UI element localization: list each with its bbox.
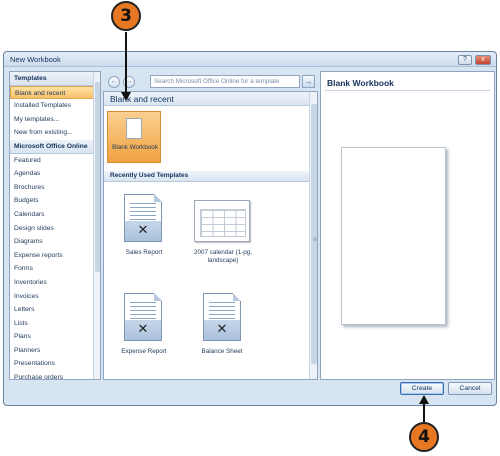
preview-page [341, 147, 446, 325]
preview-divider [325, 90, 490, 91]
dialog-titlebar: New Workbook ? x [4, 52, 496, 67]
sidebar-item-brochures[interactable]: Brochures [10, 181, 100, 195]
page-fold-graphic [154, 194, 162, 202]
sidebar-item-featured[interactable]: Featured [10, 154, 100, 168]
section-header: Blank and recent [104, 92, 311, 106]
callout-3-arrow-line [125, 32, 127, 94]
sidebar-header-microsoft-office-online: Microsoft Office Online [10, 139, 100, 154]
callout-3-arrow-head [121, 92, 131, 101]
new-workbook-dialog: New Workbook ? x Templates Blank and rece… [3, 51, 497, 406]
document-lines-graphic [130, 302, 156, 322]
sidebar-item-presentations[interactable]: Presentations [10, 357, 100, 371]
recent-templates-title: Recently Used Templates [110, 172, 189, 179]
blank-workbook-label: Blank Workbook [112, 144, 158, 151]
close-button[interactable]: x [475, 55, 491, 65]
sidebar-item-lists[interactable]: Lists [10, 317, 100, 331]
blank-document-icon [126, 118, 142, 139]
callout-4-arrow-line [423, 403, 425, 423]
sidebar-item-letters[interactable]: Letters [10, 303, 100, 317]
sidebar-list: Templates Blank and recent Installed Templ… [10, 72, 100, 379]
category-sidebar: Templates Blank and recent Installed Templ… [9, 71, 101, 380]
sidebar-item-invoices[interactable]: Invoices [10, 290, 100, 304]
sidebar-item-calendars[interactable]: Calendars [10, 208, 100, 222]
sidebar-item-forms[interactable]: Forms [10, 262, 100, 276]
sidebar-scrollbar[interactable] [93, 72, 100, 379]
document-lines-graphic [130, 203, 156, 223]
sidebar-item-design-slides[interactable]: Design slides [10, 222, 100, 236]
callout-step-4: 4 [409, 422, 439, 452]
calendar-template-label-line1[interactable]: 2007 calendar (1-pg, [189, 249, 257, 256]
search-input[interactable]: Search Microsoft Office Online for a tem… [150, 75, 300, 88]
calendar-template-label-line2[interactable]: landscape) [189, 257, 257, 264]
sidebar-item-budgets[interactable]: Budgets [10, 194, 100, 208]
sidebar-item-inventories[interactable]: Inventories [10, 276, 100, 290]
callout-step-3: 3 [111, 1, 141, 31]
excel-x-icon: ✕ [204, 320, 240, 340]
sidebar-item-installed-templates[interactable]: Installed Templates [10, 99, 100, 113]
sidebar-item-planners[interactable]: Planners [10, 344, 100, 358]
calendar-template-icon[interactable] [194, 200, 250, 242]
expense-report-icon[interactable]: ✕ [124, 293, 162, 341]
dialog-title: New Workbook [10, 55, 61, 64]
sales-report-label[interactable]: Sales Report [118, 249, 170, 256]
blank-workbook-tile[interactable]: Blank Workbook [107, 111, 161, 163]
pane-splitter-grip[interactable]: ≡ [313, 237, 317, 243]
expense-report-label[interactable]: Expense Report [114, 348, 174, 355]
gallery-scroll-thumb[interactable] [311, 104, 317, 364]
sidebar-header-templates: Templates [10, 72, 100, 86]
sidebar-item-expense-reports[interactable]: Expense reports [10, 249, 100, 263]
sales-report-icon[interactable]: ✕ [124, 194, 162, 242]
section-title: Blank and recent [110, 94, 174, 104]
cancel-button[interactable]: Cancel [448, 382, 492, 395]
search-go-button[interactable]: → [302, 75, 315, 88]
balance-sheet-label[interactable]: Balance Sheet [194, 348, 250, 355]
calendar-grid-graphic [200, 209, 246, 237]
sidebar-scroll-thumb[interactable] [95, 82, 100, 272]
sidebar-item-purchase-orders[interactable]: Purchase orders [10, 371, 100, 379]
create-button[interactable]: Create [400, 382, 444, 395]
page-fold-graphic [233, 293, 241, 301]
excel-x-icon: ✕ [125, 320, 161, 340]
back-button[interactable]: ← [108, 76, 120, 88]
preview-pane: Blank Workbook [320, 71, 495, 380]
sidebar-item-new-from-existing[interactable]: New from existing... [10, 126, 100, 140]
excel-x-icon: ✕ [125, 221, 161, 241]
sidebar-item-blank-and-recent[interactable]: Blank and recent [10, 85, 100, 100]
preview-title: Blank Workbook [327, 78, 394, 88]
sidebar-item-agendas[interactable]: Agendas [10, 167, 100, 181]
page-fold-graphic [154, 293, 162, 301]
gallery-scrollbar[interactable] [309, 92, 317, 379]
sidebar-item-plans[interactable]: Plans [10, 330, 100, 344]
template-gallery: Blank and recent Blank Workbook Recently… [103, 91, 318, 380]
document-lines-graphic [209, 302, 235, 322]
help-button[interactable]: ? [458, 55, 472, 65]
balance-sheet-icon[interactable]: ✕ [203, 293, 241, 341]
sidebar-item-diagrams[interactable]: Diagrams [10, 235, 100, 249]
recent-templates-header: Recently Used Templates [104, 171, 311, 182]
sidebar-item-my-templates[interactable]: My templates... [10, 113, 100, 127]
